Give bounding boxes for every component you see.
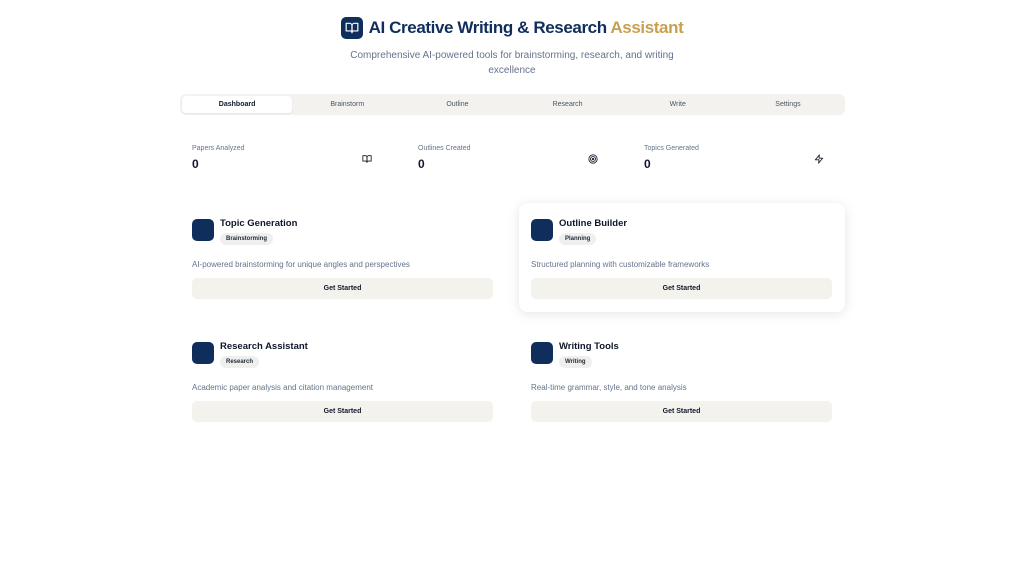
book-open-icon (340, 17, 363, 39)
stats-row: Papers Analyzed 0 Outlines Created 0 Top… (192, 144, 832, 174)
stat-value: 0 (418, 157, 425, 171)
tab-outline[interactable]: Outline (402, 96, 512, 113)
card-badge: Planning (559, 233, 597, 245)
title-accent: Assistant (610, 18, 684, 37)
app-header: AI Creative Writing & Research Assistant… (0, 16, 1024, 78)
main-tabs: Dashboard Brainstorm Outline Research Wr… (180, 94, 845, 115)
page-title: AI Creative Writing & Research Assistant (369, 16, 684, 40)
feature-card-outline-builder: Outline Builder Planning Structured plan… (519, 203, 845, 312)
stat-value: 0 (644, 157, 651, 171)
tab-write[interactable]: Write (623, 96, 733, 113)
zap-icon (814, 154, 824, 164)
page-subtitle: Comprehensive AI-powered tools for brain… (350, 50, 674, 76)
card-badge: Brainstorming (220, 233, 274, 245)
feature-icon (531, 342, 553, 364)
card-description: Structured planning with customizable fr… (531, 260, 710, 269)
stat-outlines-created: Outlines Created 0 (418, 144, 644, 174)
feature-card-research-assistant: Research Assistant Research Academic pap… (180, 326, 506, 435)
stat-label: Topics Generated (644, 145, 699, 152)
tab-dashboard[interactable]: Dashboard (182, 96, 293, 113)
tab-settings[interactable]: Settings (733, 96, 843, 113)
target-icon (588, 154, 598, 164)
feature-card-writing-tools: Writing Tools Writing Real-time grammar,… (519, 326, 845, 435)
get-started-button[interactable]: Get Started (531, 278, 832, 299)
stat-topics-generated: Topics Generated 0 (644, 144, 832, 174)
stat-value: 0 (192, 157, 199, 171)
card-badge: Writing (559, 356, 592, 368)
title-main: AI Creative Writing & Research (368, 18, 607, 37)
get-started-button[interactable]: Get Started (192, 278, 493, 299)
card-title: Topic Generation (220, 218, 298, 229)
card-description: AI-powered brainstorming for unique angl… (192, 260, 410, 269)
feature-card-topic-generation: Topic Generation Brainstorming AI-powere… (180, 203, 506, 312)
book-open-icon (362, 155, 372, 163)
card-title: Outline Builder (559, 218, 628, 229)
feature-icon (192, 219, 214, 241)
stat-papers-analyzed: Papers Analyzed 0 (192, 144, 418, 174)
card-badge: Research (220, 356, 260, 368)
stat-label: Outlines Created (418, 145, 471, 152)
stat-label: Papers Analyzed (192, 145, 245, 152)
title-row: AI Creative Writing & Research Assistant (0, 16, 1024, 40)
card-description: Real-time grammar, style, and tone analy… (531, 383, 687, 392)
tab-research[interactable]: Research (513, 96, 623, 113)
tab-brainstorm[interactable]: Brainstorm (292, 96, 402, 113)
card-title: Writing Tools (559, 341, 619, 352)
card-title: Research Assistant (220, 341, 308, 352)
get-started-button[interactable]: Get Started (531, 401, 832, 422)
card-description: Academic paper analysis and citation man… (192, 383, 373, 392)
feature-icon (531, 219, 553, 241)
get-started-button[interactable]: Get Started (192, 401, 493, 422)
feature-icon (192, 342, 214, 364)
